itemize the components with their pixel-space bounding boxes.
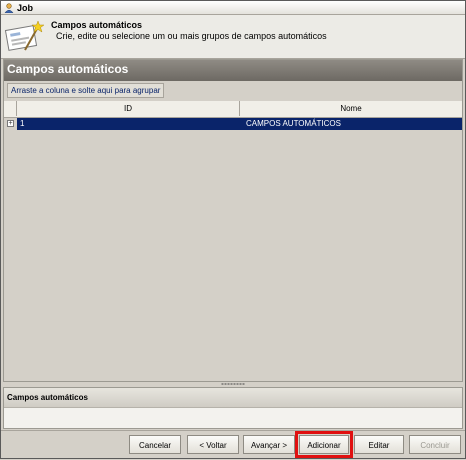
group-by-bar: Arraste a coluna e solte aqui para agrup… — [4, 81, 462, 100]
wizard-footer: Cancelar < Voltar Avançar > Adicionar Ed… — [1, 430, 465, 460]
header-title: Campos automáticos — [51, 20, 143, 30]
back-button[interactable]: < Voltar — [187, 435, 239, 454]
title-bar[interactable]: Job — [1, 1, 465, 15]
user-icon — [4, 2, 14, 13]
column-header-id[interactable]: ID — [17, 101, 240, 116]
column-header-nome[interactable]: Nome — [240, 101, 462, 116]
details-panel-title: Campos automáticos — [7, 393, 88, 402]
cancel-button[interactable]: Cancelar — [129, 435, 181, 454]
wizard-header: Campos automáticos Crie, edite ou seleci… — [1, 15, 465, 59]
cell-nome: CAMPOS AUTOMÁTICOS — [246, 119, 341, 128]
expand-row-icon[interactable]: + — [7, 120, 14, 127]
panel-title: Campos automáticos — [7, 62, 129, 76]
table-row[interactable]: + 1 CAMPOS AUTOMÁTICOS — [4, 118, 462, 130]
splitter-grip-icon — [221, 383, 245, 385]
window-title: Job — [17, 2, 34, 13]
details-panel-header: Campos automáticos — [4, 388, 462, 408]
selected-row[interactable]: 1 CAMPOS AUTOMÁTICOS — [17, 118, 462, 130]
data-grid: ID Nome + 1 CAMPOS AUTOMÁTICOS — [4, 101, 462, 381]
job-window: Job Campos automáticos Crie, edite ou se… — [0, 0, 466, 459]
finish-button[interactable]: Concluir — [409, 435, 461, 454]
details-panel: Campos automáticos — [3, 387, 463, 429]
add-button[interactable]: Adicionar — [295, 431, 353, 458]
grid-header: ID Nome — [4, 101, 462, 118]
group-by-drop-zone[interactable]: Arraste a coluna e solte aqui para agrup… — [7, 83, 165, 98]
auto-fields-icon — [4, 20, 44, 51]
next-button[interactable]: Avançar > — [243, 435, 295, 454]
cell-id: 1 — [20, 119, 25, 128]
row-indicator-header — [4, 101, 17, 116]
header-subtitle: Crie, edite ou selecione um ou mais grup… — [56, 31, 327, 41]
panel-header: Campos automáticos — [4, 60, 462, 81]
auto-fields-panel: Campos automáticos Arraste a coluna e so… — [3, 59, 463, 382]
edit-button[interactable]: Editar — [354, 435, 404, 454]
